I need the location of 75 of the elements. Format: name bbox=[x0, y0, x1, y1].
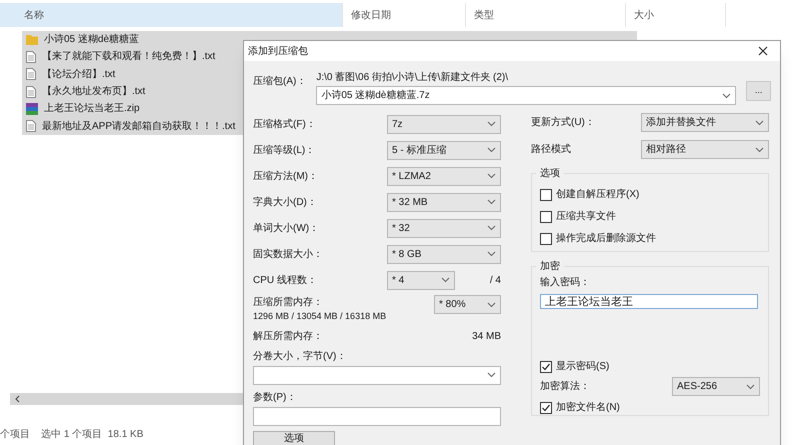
field-label: 路径模式 bbox=[531, 142, 571, 157]
chevron-icon bbox=[441, 277, 450, 283]
field-label: 加密算法： bbox=[540, 380, 590, 394]
column-header[interactable]: 大小 bbox=[626, 3, 726, 27]
file-name: 小诗05 迷糊dè糖糖蓝 bbox=[44, 32, 140, 48]
document-icon bbox=[26, 120, 36, 132]
chevron-icon bbox=[487, 302, 496, 308]
memory-value: 34 MB bbox=[472, 330, 501, 344]
checkbox[interactable]: 操作完成后删除源文件 bbox=[540, 231, 768, 246]
chevron-icon bbox=[722, 92, 732, 98]
document-icon bbox=[26, 68, 36, 80]
dropdown[interactable]: AES-256 bbox=[672, 377, 760, 396]
chevron-icon bbox=[746, 384, 755, 390]
chevron-icon bbox=[755, 120, 764, 126]
field-label: 压缩包(A)： bbox=[253, 74, 306, 89]
chevron-icon bbox=[487, 173, 496, 179]
field-label: 字典大小(D)： bbox=[253, 196, 317, 210]
field-label: 压缩格式(F)： bbox=[253, 118, 316, 132]
field-label: 解压所需内存： bbox=[253, 330, 323, 344]
archive-icon bbox=[26, 102, 38, 115]
file-name: 上老王论坛当老王.zip bbox=[44, 102, 140, 116]
field-label: 输入密码： bbox=[540, 276, 591, 290]
chevron-icon bbox=[487, 251, 496, 257]
chevron-icon bbox=[487, 147, 496, 153]
document-icon bbox=[26, 86, 36, 98]
scroll-left-icon[interactable] bbox=[14, 394, 20, 403]
file-name: 【永久地址发布页】.txt bbox=[42, 84, 146, 100]
chevron-icon bbox=[487, 225, 496, 231]
dropdown[interactable]: * 32 MB bbox=[387, 192, 501, 212]
password-field[interactable]: 上老王论坛当老王 bbox=[540, 294, 758, 309]
dropdown[interactable]: 小诗05 迷糊dè糖糖蓝.7z bbox=[316, 86, 736, 105]
archive-path: J:\0 蓄图\06 街拍\小诗\上传\新建文件夹 (2)\ bbox=[316, 70, 510, 85]
input-field[interactable] bbox=[253, 406, 501, 426]
browse-button[interactable]: ... bbox=[746, 81, 771, 101]
dropdown[interactable]: * 4 bbox=[387, 270, 455, 290]
file-name: 【来了就能下载和观看！纯免费！】.txt bbox=[42, 50, 216, 64]
checkmark-icon bbox=[541, 362, 551, 372]
options-button[interactable]: 选项 bbox=[253, 430, 335, 445]
field-label: 分卷大小，字节(V)： bbox=[253, 350, 346, 364]
dropdown[interactable]: * 8 GB bbox=[387, 244, 501, 264]
folder-icon bbox=[26, 34, 38, 46]
field-label: 压缩所需内存： bbox=[253, 296, 324, 310]
chevron-icon bbox=[487, 372, 496, 378]
column-header[interactable]: 名称 bbox=[0, 3, 343, 27]
status-text: 个项目 选中 1 个项目 18.1 KB bbox=[0, 428, 144, 441]
memory-usage: 1296 MB / 13054 MB / 16318 MB bbox=[253, 310, 386, 323]
chevron-icon bbox=[487, 121, 496, 127]
column-header[interactable]: 类型 bbox=[466, 3, 626, 27]
chevron-icon bbox=[755, 146, 764, 152]
checkmark-icon bbox=[541, 402, 551, 412]
dropdown[interactable]: 5 - 标准压缩 bbox=[387, 140, 501, 160]
field-label: 压缩方法(M)： bbox=[253, 170, 318, 184]
checkbox[interactable]: 加密文件名(N) bbox=[540, 400, 760, 415]
file-name: 最新地址及APP请发邮箱自动获取！！！.txt bbox=[42, 120, 236, 134]
field-label: 固实数据大小： bbox=[253, 248, 323, 262]
dropdown[interactable]: * 32 bbox=[387, 218, 501, 238]
column-header[interactable]: 修改日期 bbox=[343, 3, 466, 27]
chevron-icon bbox=[487, 199, 496, 205]
checkbox[interactable]: 创建自解压程序(X) bbox=[540, 187, 768, 202]
dropdown[interactable]: 相对路径 bbox=[641, 140, 769, 159]
field-label: CPU 线程数： bbox=[253, 274, 318, 288]
dropdown[interactable]: 添加并替换文件 bbox=[641, 113, 769, 132]
file-name: 【论坛介绍】.txt bbox=[42, 68, 116, 82]
close-icon[interactable] bbox=[758, 46, 768, 56]
dropdown[interactable]: * LZMA2 bbox=[387, 166, 501, 186]
document-icon bbox=[26, 50, 36, 63]
checkbox[interactable]: 压缩共享文件 bbox=[540, 209, 768, 224]
dropdown[interactable]: 7z bbox=[387, 114, 501, 134]
field-label: 更新方式(U)： bbox=[531, 116, 595, 130]
field-label: 压缩等级(L)： bbox=[253, 144, 316, 158]
checkbox[interactable]: 显示密码(S) bbox=[540, 359, 760, 374]
thread-count: / 4 bbox=[490, 274, 501, 288]
field-label: 单词大小(W)： bbox=[253, 222, 320, 236]
dropdown[interactable]: * 80% bbox=[434, 295, 501, 314]
field-label: 参数(P)： bbox=[253, 390, 296, 404]
